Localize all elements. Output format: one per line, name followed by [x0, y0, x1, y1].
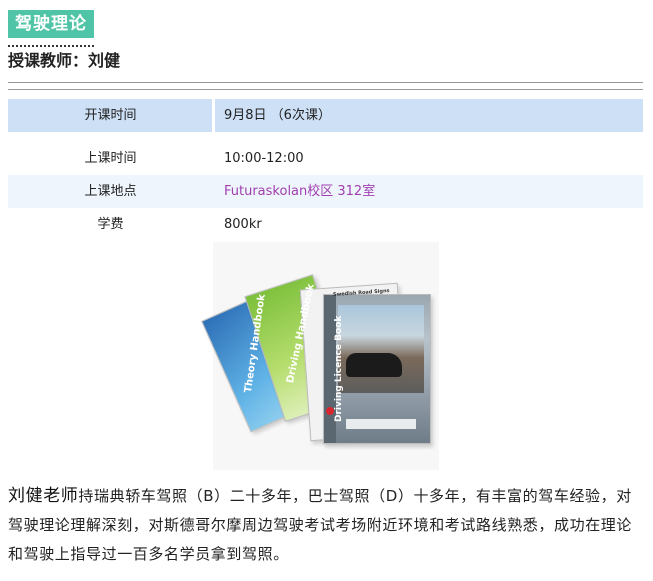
teacher-name: 刘健 [88, 51, 121, 70]
info-label: 上课时间 [84, 151, 137, 166]
info-row-tuition: 学费 800kr [8, 208, 643, 241]
teacher-label: 授课教师： [8, 51, 89, 70]
course-title-tag: 驾驶理论 [8, 10, 94, 38]
title-dotted-underline [8, 45, 94, 47]
teacher-bio: 刘健老师持瑞典轿车驾照（B）二十多年，巴士驾照（D）十多年，有丰富的驾车经验，对… [8, 482, 646, 569]
info-value-location-link[interactable]: Futuraskolan校区 312室 [224, 175, 375, 208]
cell-divider [212, 99, 215, 132]
info-value: 10:00-12:00 [224, 151, 304, 166]
divider-top [8, 82, 643, 83]
street-photo [338, 305, 424, 393]
divider-bottom [8, 89, 643, 90]
teacher-line: 授课教师：刘健 [8, 50, 120, 72]
bio-teacher-name: 刘健老师 [8, 486, 79, 506]
name-box [346, 419, 416, 429]
car-icon [346, 353, 402, 377]
info-value: 800kr [224, 217, 262, 232]
info-row-class-time: 上课时间 10:00-12:00 [8, 142, 643, 175]
driving-books-image: Theory Handbook Driving Handbook Swedish… [201, 242, 439, 470]
book-title-text: Driving Licence Book [334, 315, 344, 422]
warning-sign-icon [326, 407, 334, 415]
info-value: 9月8日 （6次课） [224, 108, 331, 123]
info-row-start-date: 开课时间 9月8日 （6次课） [8, 99, 643, 132]
info-label: 学费 [97, 217, 124, 232]
info-label: 上课地点 [84, 184, 137, 199]
info-row-location: 上课地点 Futuraskolan校区 312室 [8, 175, 643, 208]
info-label: 开课时间 [84, 108, 137, 123]
bio-text: 持瑞典轿车驾照（B）二十多年，巴士驾照（D）十多年，有丰富的驾车经验，对驾驶理论… [8, 487, 633, 563]
